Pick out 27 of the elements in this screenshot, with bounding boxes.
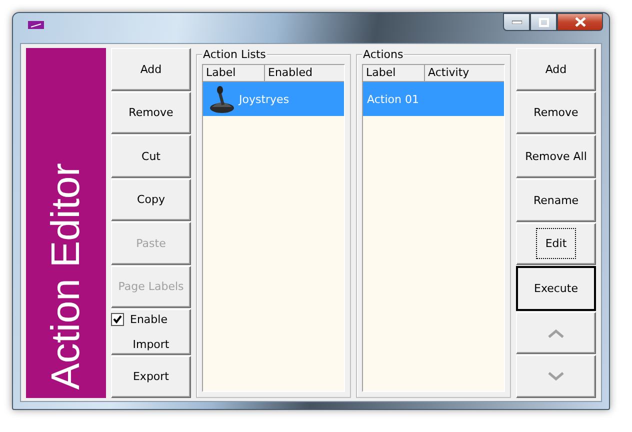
sidebar-title: Action Editor <box>46 163 86 390</box>
minimize-button[interactable] <box>503 13 530 31</box>
action-button[interactable]: Edit <box>516 222 596 266</box>
close-button[interactable] <box>557 13 603 31</box>
app-icon <box>28 21 44 29</box>
action-button[interactable]: Execute <box>516 266 596 311</box>
group-title: Actions <box>362 48 404 61</box>
action-button[interactable]: Add <box>111 48 191 90</box>
maximize-button[interactable] <box>530 13 557 31</box>
minimize-icon <box>512 20 522 24</box>
row-label: Action 01 <box>367 92 419 106</box>
checkmark-icon <box>113 315 122 324</box>
chevron-down-icon <box>548 372 564 382</box>
group-title: Action Lists <box>202 48 267 61</box>
action-button[interactable]: Rename <box>516 178 596 222</box>
maximize-icon <box>538 18 548 26</box>
action-button[interactable]: Add <box>516 48 596 91</box>
chevron-up-icon <box>548 328 564 338</box>
action-button[interactable]: Remove <box>516 92 596 134</box>
close-icon <box>574 17 586 27</box>
joystick-icon <box>207 84 237 114</box>
action-button[interactable]: Remove <box>111 92 191 134</box>
row-label: Joystryes <box>239 92 290 106</box>
action-button[interactable]: Cut <box>111 135 191 178</box>
action-button[interactable]: Copy <box>111 178 191 221</box>
action-button[interactable]: Export <box>111 356 191 398</box>
action-button[interactable]: Remove All <box>516 135 596 178</box>
